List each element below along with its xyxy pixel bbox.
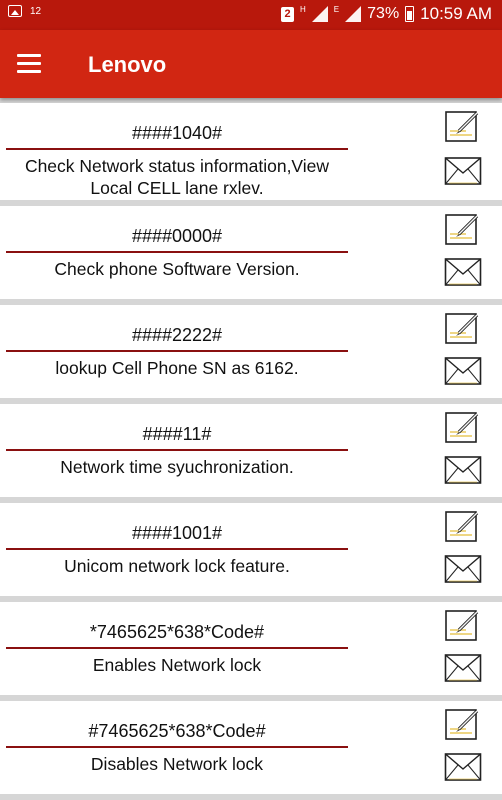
edit-note-icon[interactable] (444, 608, 482, 642)
clock: 10:59 AM (420, 4, 492, 23)
code-card-3: ####2222# lookup Cell Phone SN as 6162. (0, 305, 502, 398)
edit-note-icon[interactable] (444, 311, 482, 345)
network-type-h: H (300, 4, 306, 14)
code-text: ####0000# (131, 226, 223, 246)
edit-note-icon[interactable] (444, 509, 482, 543)
code-card-5: ####1001# Unicom network lock feature. (0, 503, 502, 596)
envelope-icon[interactable] (444, 554, 482, 584)
status-bar-right: 2 H E 73% 10:59 AM (281, 4, 492, 24)
code-text: ####1040# (131, 123, 223, 143)
code-description: Check Network status information,View Lo… (24, 156, 330, 198)
code-text: ####2222# (131, 325, 223, 345)
divider-line (6, 548, 348, 550)
divider-line (6, 647, 348, 649)
code-card-1: ####1040# Check Network status informati… (0, 103, 502, 200)
envelope-icon[interactable] (444, 653, 482, 683)
menu-icon[interactable] (17, 54, 41, 73)
signal-icon-2 (345, 6, 362, 22)
sim-badge-icon: 2 (281, 6, 295, 22)
code-text: ####11# (142, 424, 212, 444)
divider-line (6, 449, 348, 451)
network-type-e: E (333, 4, 340, 14)
envelope-icon[interactable] (444, 257, 482, 287)
edit-note-icon[interactable] (444, 212, 482, 246)
edit-note-icon[interactable] (444, 109, 482, 143)
app-bar: Lenovo (0, 30, 502, 98)
code-text: ####1001# (131, 523, 223, 543)
gallery-notification-icon (8, 5, 22, 17)
code-description: Network time syuchronization. (60, 457, 294, 477)
envelope-icon[interactable] (444, 455, 482, 485)
battery-percent: 73% (367, 5, 400, 22)
status-bar: 12 2 H E 73% 10:59 AM (0, 0, 502, 30)
code-card-4: ####11# Network time syuchronization. (0, 404, 502, 497)
code-description: Enables Network lock (92, 655, 262, 675)
divider-line (6, 251, 348, 253)
envelope-icon[interactable] (444, 356, 482, 386)
code-card-2: ####0000# Check phone Software Version. (0, 206, 502, 299)
code-list: ####1040# Check Network status informati… (0, 103, 502, 800)
notification-count: 12 (30, 5, 42, 17)
code-description: Check phone Software Version. (54, 259, 300, 279)
divider-line (6, 350, 348, 352)
code-text: *7465625*638*Code# (89, 622, 265, 642)
status-bar-left: 12 (8, 5, 41, 17)
envelope-icon[interactable] (444, 752, 482, 782)
code-description: lookup Cell Phone SN as 6162. (55, 358, 299, 378)
app-title: Lenovo (88, 52, 167, 77)
battery-icon (405, 6, 415, 22)
divider-line (6, 746, 348, 748)
edit-note-icon[interactable] (444, 410, 482, 444)
code-description: Disables Network lock (90, 754, 264, 774)
edit-note-icon[interactable] (444, 707, 482, 741)
divider-line (6, 148, 348, 150)
code-description: Unicom network lock feature. (64, 556, 290, 576)
signal-icon (311, 6, 328, 22)
code-text: #7465625*638*Code# (88, 721, 266, 741)
envelope-icon[interactable] (444, 156, 482, 186)
code-card-7: #7465625*638*Code# Disables Network lock (0, 701, 502, 794)
code-card-6: *7465625*638*Code# Enables Network lock (0, 602, 502, 695)
